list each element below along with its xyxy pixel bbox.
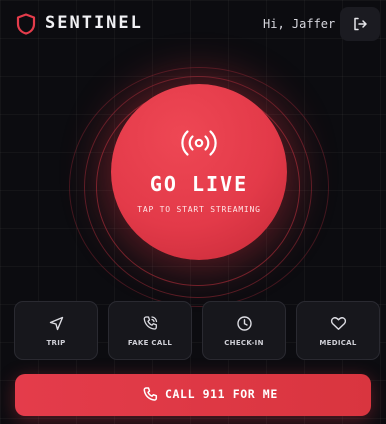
action-trip[interactable]: TRIP [14,301,98,360]
call-911-button[interactable]: CALL 911 FOR ME [15,374,371,416]
action-label: MEDICAL [319,339,357,347]
heart-icon [330,317,347,330]
go-live-button[interactable]: GO LIVE TAP TO START STREAMING [111,84,287,260]
go-live-subtitle: TAP TO START STREAMING [137,205,261,214]
user-greeting: Hi, Jaffer [263,17,336,31]
phone-icon [143,387,158,401]
clock-icon [237,316,252,331]
action-label: TRIP [46,339,66,347]
phone-call-icon [143,316,158,330]
go-live-label: GO LIVE [149,172,249,196]
action-check-in[interactable]: CHECK-IN [202,301,286,360]
action-label: CHECK-IN [224,339,264,347]
call-911-label: CALL 911 FOR ME [165,387,278,401]
logout-icon [354,17,367,31]
broadcast-icon [181,130,217,156]
app-header: SENTINEL Hi, Jaffer [0,0,386,52]
quick-actions: TRIP FAKE CALL CHECK-IN MEDICAL [14,301,380,361]
action-label: FAKE CALL [127,339,173,347]
action-medical[interactable]: MEDICAL [296,301,380,360]
navigation-arrow-icon [49,316,64,331]
logout-button[interactable] [340,7,380,41]
brand-name: SENTINEL [45,13,143,33]
shield-icon [16,13,36,35]
action-fake-call[interactable]: FAKE CALL [108,301,192,360]
